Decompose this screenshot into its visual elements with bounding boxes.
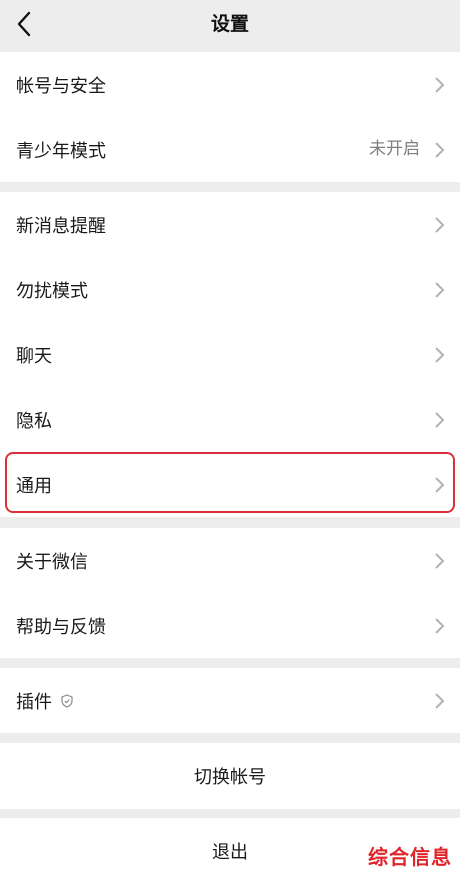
settings-item-label: 新消息提醒 <box>16 215 106 237</box>
switch-account-button[interactable]: 切换帐号 <box>0 743 460 809</box>
settings-item-label: 勿扰模式 <box>16 280 88 302</box>
chevron-right-icon <box>435 477 445 493</box>
settings-item-do-not-disturb[interactable]: 勿扰模式 <box>0 257 460 322</box>
settings-group-about: 关于微信 帮助与反馈 <box>0 528 460 658</box>
page-title: 设置 <box>210 13 249 35</box>
settings-group-general: 新消息提醒 勿扰模式 聊天 隐私 通用 <box>0 192 460 517</box>
settings-item-plugins[interactable]: 插件 <box>0 668 460 733</box>
settings-item-label: 插件 <box>16 691 52 713</box>
nav-bar: 设置 <box>0 0 460 52</box>
chevron-right-icon <box>435 142 445 158</box>
settings-item-value: 未开启 <box>369 139 420 159</box>
chevron-right-icon <box>435 282 445 298</box>
settings-item-label: 通用 <box>16 475 52 497</box>
settings-item-privacy[interactable]: 隐私 <box>0 387 460 452</box>
watermark-text: 综合信息 <box>368 845 452 869</box>
settings-group-account: 帐号与安全 青少年模式 未开启 <box>0 52 460 182</box>
chevron-right-icon <box>435 693 445 709</box>
settings-item-label: 帮助与反馈 <box>16 616 106 638</box>
shield-icon <box>61 693 73 708</box>
settings-item-label: 青少年模式 <box>16 140 106 162</box>
chevron-right-icon <box>435 618 445 634</box>
settings-item-label: 关于微信 <box>16 551 88 573</box>
settings-item-about-wechat[interactable]: 关于微信 <box>0 528 460 593</box>
settings-group-plugins: 插件 <box>0 668 460 733</box>
settings-item-teen-mode[interactable]: 青少年模式 未开启 <box>0 117 460 182</box>
chevron-right-icon <box>435 217 445 233</box>
settings-item-general[interactable]: 通用 <box>0 452 460 517</box>
settings-item-label: 聊天 <box>16 345 52 367</box>
chevron-right-icon <box>435 412 445 428</box>
settings-item-label: 隐私 <box>16 410 52 432</box>
settings-item-help-feedback[interactable]: 帮助与反馈 <box>0 593 460 658</box>
settings-item-new-message-alerts[interactable]: 新消息提醒 <box>0 192 460 257</box>
chevron-right-icon <box>435 347 445 363</box>
settings-item-label: 帐号与安全 <box>16 75 106 97</box>
settings-item-account-security[interactable]: 帐号与安全 <box>0 52 460 117</box>
chevron-right-icon <box>435 553 445 569</box>
settings-item-chat[interactable]: 聊天 <box>0 322 460 387</box>
chevron-right-icon <box>435 77 445 93</box>
